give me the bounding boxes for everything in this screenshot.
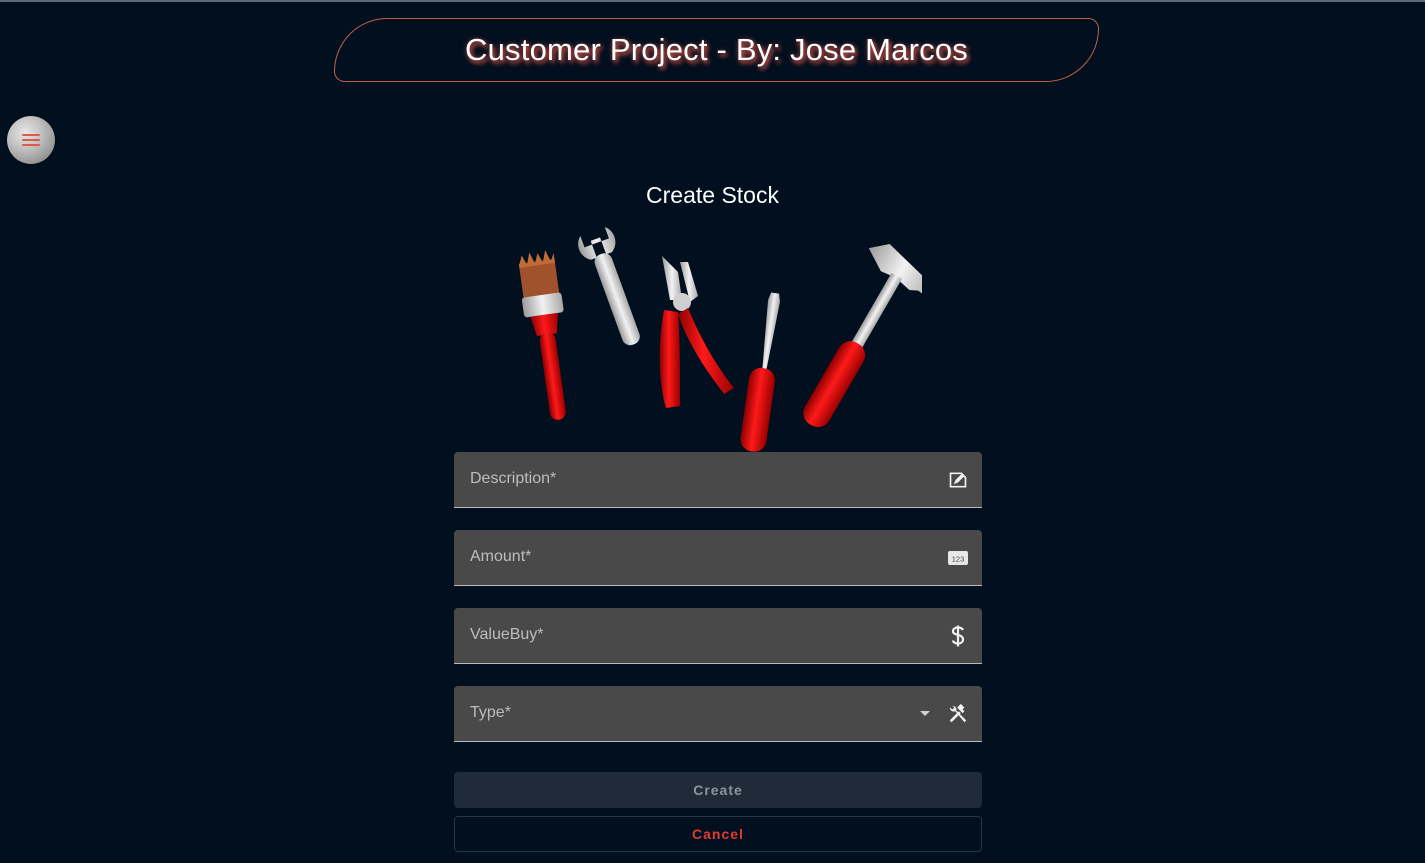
pliers-icon	[659, 256, 734, 408]
wrench-icon	[578, 227, 640, 346]
page-title: Customer Project - By: Jose Marcos	[465, 32, 968, 67]
svg-text:123: 123	[952, 555, 965, 564]
numbers-123-icon: 123	[946, 546, 970, 570]
tools-icon	[946, 702, 970, 726]
header-banner: Customer Project - By: Jose Marcos	[334, 18, 1099, 82]
valuebuy-label: ValueBuy*	[470, 626, 544, 643]
type-label: Type*	[470, 704, 511, 721]
hammer-icon	[803, 244, 922, 428]
type-select[interactable]: Type*	[454, 686, 982, 742]
cancel-button[interactable]: Cancel	[454, 816, 982, 852]
form-heading: Create Stock	[646, 182, 779, 208]
tools-illustration	[518, 227, 922, 452]
dollar-icon	[946, 624, 970, 648]
menu-button[interactable]	[7, 116, 55, 164]
top-divider	[0, 0, 1425, 2]
edit-document-icon	[946, 468, 970, 492]
create-button[interactable]: Create	[454, 772, 982, 808]
valuebuy-field[interactable]: ValueBuy*	[454, 608, 982, 664]
menu-icon	[22, 134, 40, 146]
amount-field[interactable]: Amount* 123	[454, 530, 982, 586]
description-field[interactable]: Description*	[454, 452, 982, 508]
amount-label: Amount*	[470, 548, 532, 565]
screwdriver-icon	[740, 292, 780, 452]
chevron-down-icon[interactable]	[920, 711, 930, 716]
description-label: Description*	[470, 470, 557, 487]
paintbrush-icon	[518, 250, 566, 420]
